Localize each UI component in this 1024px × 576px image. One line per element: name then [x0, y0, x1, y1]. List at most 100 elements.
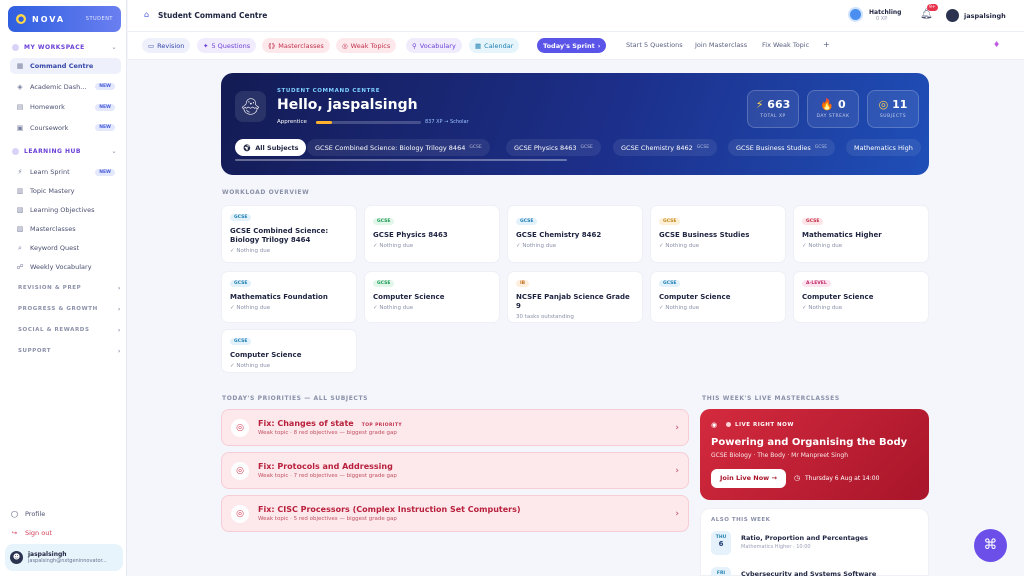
stat-value: 663 [767, 98, 791, 111]
sidebar: ● NOVA STUDENT MY WORKSPACE ⌄ ▦ Command Cent… [0, 0, 127, 576]
chevron-down-icon: ⌄ [111, 147, 117, 155]
level-badge: GCSE [659, 280, 681, 287]
workload-card[interactable]: GCSE GCSE Business Studies ✓ Nothing due [650, 205, 786, 263]
masterclasses-heading: THIS WEEK'S LIVE MASTERCLASSES [702, 395, 840, 402]
priority-item[interactable]: ◎ Fix: CISC Processors (Complex Instructi… [221, 495, 689, 532]
header-username[interactable]: jaspalsingh [964, 12, 1006, 20]
subject-name: GCSE Combined Science: Biology Trilogy 8… [230, 227, 329, 244]
sidebar-item[interactable]: ▧ Learning Objectives [10, 202, 121, 218]
chevron-right-icon: › [675, 508, 679, 519]
sidebar-group[interactable]: PROGRESS & GROWTH › [18, 302, 121, 316]
chevron-right-icon: › [675, 465, 679, 476]
workload-card[interactable]: GCSE Mathematics Foundation ✓ Nothing due [221, 271, 357, 323]
quick-pill[interactable]: ▭ Revision [142, 38, 191, 53]
subject-tab[interactable]: GCSE Physics 8463 GCSE [506, 139, 601, 156]
quick-pill[interactable]: ⟪⟫ Masterclasses [262, 38, 330, 53]
chevron-right-icon: › [675, 422, 679, 433]
chevron-right-icon: › [117, 305, 121, 313]
command-palette-button[interactable]: ⌘ [974, 529, 1007, 562]
nav-icon: ▤ [16, 103, 24, 111]
add-shortcut-button[interactable]: + [823, 40, 830, 49]
sidebar-group[interactable]: REVISION & PREP › [18, 281, 121, 295]
workload-card[interactable]: IB NCSFE Panjab Science Grade 9 30 tasks o… [507, 271, 643, 323]
workload-card[interactable]: GCSE GCSE Combined Science: Biology Trilo… [221, 205, 357, 263]
sidebar-item[interactable]: ◈ Academic Dash... NEW [10, 79, 121, 95]
workload-card[interactable]: GCSE Mathematics Higher ✓ Nothing due [793, 205, 929, 263]
workload-card[interactable]: GCSE GCSE Physics 8463 ✓ Nothing due [364, 205, 500, 263]
masterclass-title: Powering and Organising the Body [711, 437, 908, 448]
masterclass-subtitle: GCSE Biology · The Body · Mr Manpreet Si… [711, 452, 849, 459]
tab-label: GCSE Physics 8463 [514, 143, 577, 152]
workload-card[interactable]: GCSE Computer Science ✓ Nothing due [221, 329, 357, 373]
top-priority-badge: TOP PRIORITY [361, 423, 403, 428]
subject-tab[interactable]: Mathematics High [846, 139, 921, 156]
chevron-right-icon: › [117, 326, 121, 334]
sidebar-item[interactable]: ⚡ Learn Sprint NEW [10, 164, 121, 180]
sidebar-item[interactable]: ▦ Command Centre [10, 58, 121, 74]
sidebar-group[interactable]: SOCIAL & REWARDS › [18, 323, 121, 337]
quick-pill[interactable]: ✦ 5 Questions [197, 38, 257, 53]
mascot-chick-icon: 🐣︎ [235, 91, 266, 122]
home-icon[interactable]: ⌂ [144, 10, 149, 19]
level-badge: GCSE [230, 214, 252, 221]
priority-item[interactable]: ◎ Fix: Changes of state TOP PRIORITY Weak t… [221, 409, 689, 446]
page-title: Student Command Centre [158, 11, 268, 20]
workload-card[interactable]: A-LEVEL Computer Science ✓ Nothing due [793, 271, 929, 323]
workload-card[interactable]: GCSE Computer Science ✓ Nothing due [364, 271, 500, 323]
workload-card[interactable]: GCSE GCSE Chemistry 8462 ✓ Nothing due [507, 205, 643, 263]
upcoming-masterclass[interactable]: THU 6 Ratio, Proportion and Percentages Mat… [711, 529, 916, 559]
tab-label: GCSE Chemistry 8462 [621, 143, 693, 152]
brand-logo[interactable]: ● NOVA STUDENT [8, 6, 121, 32]
sidebar-item[interactable]: ▨ Masterclasses [10, 221, 121, 237]
quick-pill[interactable]: ◎ Weak Topics [336, 38, 397, 53]
notification-flame-icon[interactable]: ♦ [993, 40, 1000, 49]
quick-pill[interactable]: ⚲ Vocabulary [406, 38, 462, 53]
subject-tab[interactable]: GCSE Combined Science: Biology Trilogy 8… [307, 139, 490, 156]
sidebar-item[interactable]: ▣ Coursework NEW [10, 120, 121, 136]
avatar[interactable] [946, 9, 959, 22]
sidebar-item[interactable]: ⌕ Keyword Quest [10, 240, 121, 256]
sidebar-item[interactable]: ▥ Topic Mastery [10, 183, 121, 199]
user-card[interactable]: ☻ jaspalsingh jaspalsingh@nxtgeninnovator.… [5, 544, 123, 571]
live-masterclass-card: ◉ LIVE RIGHT NOW Powering and Organising… [700, 409, 929, 500]
level-badge: GCSE [230, 280, 252, 287]
sidebar-item[interactable]: ▤ Homework NEW [10, 99, 121, 115]
pill-label: Masterclasses [278, 41, 324, 50]
profile-link[interactable]: ◯ Profile [10, 507, 121, 521]
upcoming-subtitle: Mathematics Higher · 10:00 [741, 544, 811, 550]
chevron-right-icon: › [117, 347, 121, 355]
sidebar-item[interactable]: ☍ Weekly Vocabulary [10, 259, 121, 275]
globe-icon: 🌍︎ [243, 143, 252, 152]
sidebar-group[interactable]: SUPPORT › [18, 344, 121, 358]
upcoming-masterclass[interactable]: FRI Cybersecurity and Systems Software [711, 565, 916, 576]
tab-label: GCSE Business Studies [736, 143, 811, 152]
todays-sprint-button[interactable]: Today's Sprint › [537, 38, 607, 53]
subject-tab[interactable]: GCSE Business Studies GCSE [728, 139, 836, 156]
rank-label: Apprentice [277, 119, 307, 125]
quick-link[interactable]: Fix Weak Topic [762, 41, 809, 49]
section-learning-hub[interactable]: LEARNING HUB ⌄ [8, 144, 121, 158]
sign-out-link[interactable]: ↪ Sign out [10, 526, 121, 540]
pill-label: Calendar [484, 41, 514, 50]
level-avatar-icon[interactable] [848, 7, 863, 22]
also-heading: ALSO THIS WEEK [711, 517, 771, 523]
xp-to-next: 837 XP → Scholar [425, 119, 469, 125]
quick-link[interactable]: Join Masterclass [695, 41, 747, 49]
target-icon: ◎ [231, 418, 249, 437]
quick-link[interactable]: Start 5 Questions [626, 41, 683, 49]
section-my-workspace[interactable]: MY WORKSPACE ⌄ [8, 40, 121, 54]
priority-item[interactable]: ◎ Fix: Protocols and Addressing Weak topic… [221, 452, 689, 489]
subject-tabs-scrollbar[interactable] [235, 159, 567, 161]
subject-tab[interactable]: GCSE Chemistry 8462 GCSE [613, 139, 718, 156]
subject-tab[interactable]: 🌍︎ All Subjects [235, 139, 307, 156]
subject-name: Computer Science [659, 293, 731, 301]
also-this-week-card: ALSO THIS WEEK THU 6 Ratio, Proportion and… [700, 508, 929, 576]
join-live-button[interactable]: Join Live Now → [711, 469, 786, 488]
pill-label: Weak Topics [350, 41, 391, 50]
quick-pill[interactable]: ▦ Calendar [469, 38, 520, 53]
section-label: MY WORKSPACE [24, 43, 85, 51]
group-label: PROGRESS & GROWTH [18, 306, 98, 312]
tab-label: Mathematics High [854, 143, 913, 152]
stat-card: 🔥 0 DAY STREAK [807, 90, 859, 128]
workload-card[interactable]: GCSE Computer Science ✓ Nothing due [650, 271, 786, 323]
